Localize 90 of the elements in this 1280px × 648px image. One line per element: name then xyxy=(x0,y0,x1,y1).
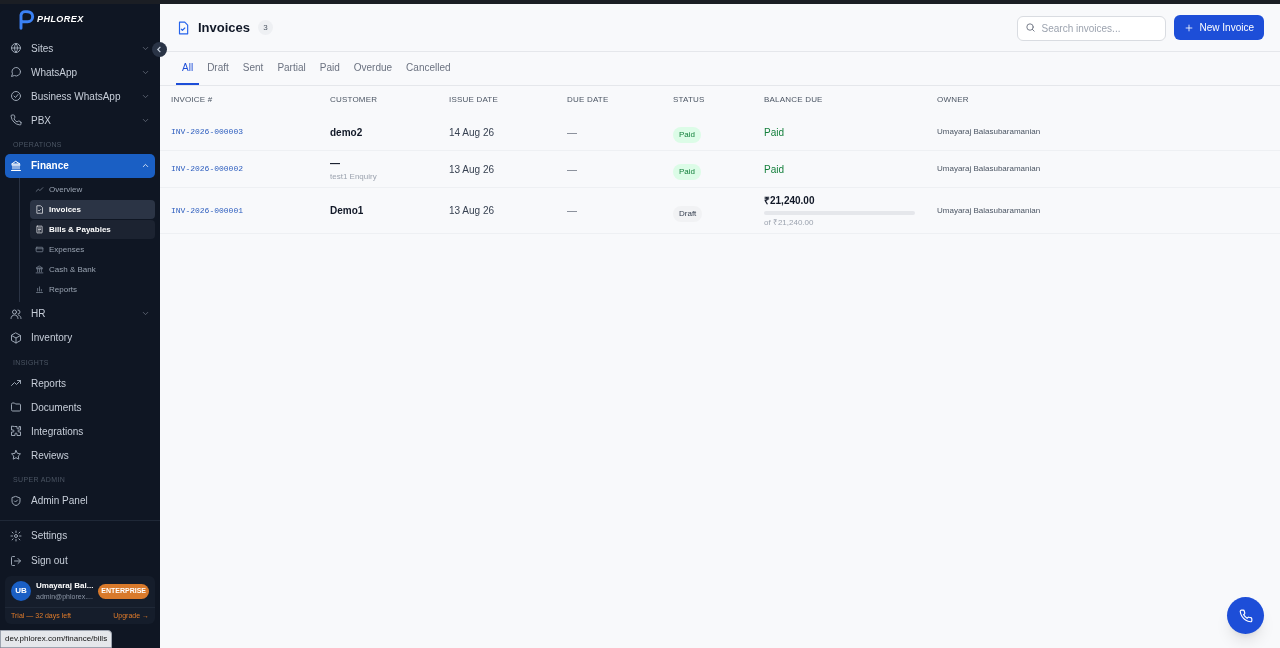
sidebar-subitem[interactable]: Reports xyxy=(30,280,155,299)
folder-icon xyxy=(10,401,22,413)
chevron-left-icon xyxy=(156,46,163,53)
sidebar-item[interactable]: Admin Panel xyxy=(5,488,155,513)
sidebar-item[interactable]: Reviews xyxy=(5,443,155,467)
column-header: STATUS xyxy=(673,94,706,106)
count-badge: 3 xyxy=(258,20,274,35)
balance-amount: ₹21,240.00 xyxy=(764,193,816,208)
sidebar-item[interactable]: Business WhatsApp xyxy=(5,84,155,108)
sidebar-item[interactable]: Sign out xyxy=(5,548,155,573)
document-icon xyxy=(35,205,44,214)
sidebar-subitem[interactable]: Cash & Bank xyxy=(30,260,155,279)
invoice-link[interactable]: INV-2026-000002 xyxy=(171,163,330,175)
sidebar-item[interactable]: Finance xyxy=(5,153,155,178)
sidebar-item[interactable]: Settings xyxy=(5,523,155,548)
status-badge: Paid xyxy=(673,127,701,143)
tab[interactable]: Cancelled xyxy=(400,52,457,85)
receipt-icon xyxy=(35,225,44,234)
sidebar-item[interactable]: Reports xyxy=(5,371,155,395)
shield-icon xyxy=(10,494,22,507)
balance-total: of ₹21,240.00 xyxy=(764,216,815,229)
table-cell-text: Demo1 xyxy=(330,204,365,218)
sign-out-icon xyxy=(10,554,22,567)
tab[interactable]: All xyxy=(176,52,200,85)
trend-icon xyxy=(35,185,44,194)
sidebar-item[interactable]: Documents xyxy=(5,395,155,419)
status-badge: Paid xyxy=(673,164,701,180)
people-icon xyxy=(10,307,22,320)
avatar: UB xyxy=(11,581,31,602)
table-cell-text: — xyxy=(567,204,578,218)
column-header: CUSTOMER xyxy=(330,94,379,106)
sidebar-subitem[interactable]: Invoices xyxy=(30,200,155,219)
bank-icon xyxy=(10,159,22,172)
table-cell-text: 13 Aug 26 xyxy=(449,204,496,218)
search-field[interactable]: Search invoices... xyxy=(1016,16,1166,41)
invoice-link[interactable]: INV-2026-000001 xyxy=(171,204,330,217)
column-header: OWNER xyxy=(937,94,970,106)
balance-text: Paid xyxy=(764,162,785,177)
table-cell-text: — xyxy=(567,125,578,140)
phone-icon xyxy=(1238,608,1253,623)
tab[interactable]: Partial xyxy=(271,52,312,85)
sidebar-item[interactable]: PBX xyxy=(5,108,155,132)
box-icon xyxy=(10,331,22,344)
chat-bubble-icon xyxy=(10,66,22,78)
tab[interactable]: Paid xyxy=(313,52,346,85)
balance-text: Paid xyxy=(764,125,785,140)
sidebar-subitem[interactable]: Bills & Payables xyxy=(30,220,155,239)
globe-icon xyxy=(10,42,22,54)
chevron-icon xyxy=(141,161,150,170)
invoice-link[interactable]: INV-2026-000003 xyxy=(171,126,330,138)
tab[interactable]: Overdue xyxy=(347,52,399,85)
tab[interactable]: Draft xyxy=(201,52,235,85)
user-name: Umayaraj Bal... xyxy=(36,580,94,592)
table-cell-text: 13 Aug 26 xyxy=(449,162,496,177)
bar-chart-icon xyxy=(35,285,44,294)
search-icon xyxy=(1024,22,1036,33)
document-icon xyxy=(176,20,190,35)
sidebar-item[interactable]: HR xyxy=(5,301,155,326)
table-cell-text: — xyxy=(330,156,341,171)
sidebar-item[interactable]: Integrations xyxy=(5,419,155,443)
check-circle-icon xyxy=(10,90,22,102)
sidebar-item[interactable]: Inventory xyxy=(5,325,155,350)
bank-icon xyxy=(35,265,44,274)
sidebar-subitem[interactable]: Overview xyxy=(30,180,155,199)
column-header: INVOICE # xyxy=(171,94,214,106)
sidebar-item[interactable]: Sites xyxy=(5,36,155,60)
customer-note: test1 Enquiry xyxy=(330,170,378,183)
logo-text: PHLOREX xyxy=(37,13,84,27)
page-title: Invoices xyxy=(198,18,251,37)
tab[interactable]: Sent xyxy=(236,52,270,85)
table-cell-text: Umayaraj Balasubaramanian xyxy=(937,204,1042,217)
phone-icon xyxy=(10,114,22,126)
column-header: BALANCE DUE xyxy=(764,94,824,106)
table-cell-text: Umayaraj Balasubaramanian xyxy=(937,126,1042,138)
table-cell-text: demo2 xyxy=(330,125,364,140)
star-icon xyxy=(10,449,22,461)
table-cell-text: — xyxy=(567,162,578,177)
sidebar-item[interactable]: WhatsApp xyxy=(5,60,155,84)
table-cell-text: Umayaraj Balasubaramanian xyxy=(937,163,1042,175)
plus-icon xyxy=(1183,22,1194,33)
status-badge: Draft xyxy=(673,205,703,222)
column-header: DUE DATE xyxy=(567,94,610,106)
link-preview: dev.phlorex.com/finance/bills xyxy=(0,630,113,648)
new-invoice-button[interactable]: New Invoice xyxy=(1173,15,1264,40)
trend-icon xyxy=(10,377,22,389)
table-cell-text: 14 Aug 26 xyxy=(449,125,496,140)
column-header: ISSUE DATE xyxy=(449,94,499,106)
card-icon xyxy=(35,245,44,254)
sidebar-subitem[interactable]: Expenses xyxy=(30,240,155,259)
chevron-icon xyxy=(141,309,150,318)
